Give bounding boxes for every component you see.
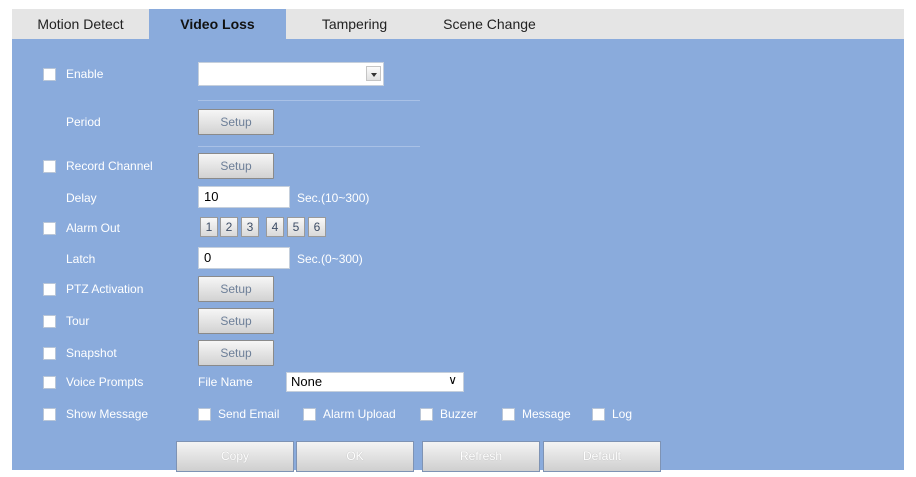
record-channel-row: Record Channel Setup [12,153,904,179]
log-checkbox[interactable] [592,408,605,421]
enable-schedule-dropdown[interactable] [198,62,384,86]
record-channel-setup-button[interactable]: Setup [198,153,274,179]
message-checkbox[interactable] [502,408,515,421]
buzzer-label: Buzzer [440,407,478,421]
delay-input[interactable]: 10 [198,186,290,208]
period-setup-button[interactable]: Setup [198,109,274,135]
snapshot-setup-button[interactable]: Setup [198,340,274,366]
tour-setup-button[interactable]: Setup [198,308,274,334]
show-message-checkbox[interactable] [43,408,56,421]
log-label: Log [612,407,633,421]
dropdown-arrow-icon [366,66,381,81]
alarm-out-label: Alarm Out [66,221,121,235]
alarm-out-channel-2[interactable]: 2 [220,217,238,237]
ptz-activation-label: PTZ Activation [66,282,144,296]
alarm-upload-label: Alarm Upload [323,407,396,421]
period-row: Period Setup [12,109,904,135]
ptz-activation-setup-button[interactable]: Setup [198,276,274,302]
alarm-out-channel-3[interactable]: 3 [241,217,259,237]
settings-panel: Enable Period Setup Record Channel Setup… [12,39,904,472]
voice-file-value: None [291,374,323,389]
tab-scene-change[interactable]: Scene Change [423,9,556,39]
default-button[interactable]: Default [543,441,661,472]
alarm-upload-checkbox[interactable] [303,408,316,421]
message-label: Message [522,407,571,421]
tab-video-loss[interactable]: Video Loss [149,9,286,39]
send-email-checkbox[interactable] [198,408,211,421]
refresh-button[interactable]: Refresh [422,441,540,472]
tour-label: Tour [66,314,90,328]
tour-checkbox[interactable] [43,315,56,328]
latch-label: Latch [66,252,96,266]
enable-row: Enable [12,61,904,87]
tour-row: Tour Setup [12,308,904,334]
latch-row: Latch 0 Sec.(0~300) [12,246,904,272]
video-loss-settings-page: Motion Detect Video Loss Tampering Scene… [0,0,916,477]
period-label: Period [66,115,101,129]
record-channel-label: Record Channel [66,159,153,173]
tab-bar: Motion Detect Video Loss Tampering Scene… [12,9,904,39]
delay-row: Delay 10 Sec.(10~300) [12,185,904,211]
show-message-label: Show Message [66,407,149,421]
delay-label: Delay [66,191,97,205]
send-email-label: Send Email [218,407,280,421]
ptz-activation-checkbox[interactable] [43,283,56,296]
alarm-out-row: Alarm Out 1 2 3 4 5 6 [12,215,904,241]
delay-unit: Sec.(10~300) [297,191,370,205]
latch-input[interactable]: 0 [198,247,290,269]
ptz-activation-row: PTZ Activation Setup [12,276,904,302]
snapshot-label: Snapshot [66,346,117,360]
divider [198,100,420,101]
voice-prompts-checkbox[interactable] [43,376,56,389]
snapshot-row: Snapshot Setup [12,340,904,366]
alarm-out-checkbox[interactable] [43,222,56,235]
alarm-out-channel-6[interactable]: 6 [308,217,326,237]
alarm-out-channel-5[interactable]: 5 [287,217,305,237]
snapshot-checkbox[interactable] [43,347,56,360]
show-message-row: Show Message Send Email Alarm Upload Buz… [12,401,904,427]
divider [198,146,420,147]
enable-label: Enable [66,67,104,81]
record-channel-checkbox[interactable] [43,160,56,173]
voice-file-select[interactable]: None ∨ [286,372,464,392]
tab-tampering[interactable]: Tampering [286,9,423,39]
alarm-out-channel-1[interactable]: 1 [200,217,218,237]
copy-button[interactable]: Copy [176,441,294,472]
file-name-label: File Name [198,375,253,389]
voice-prompts-label: Voice Prompts [66,375,144,389]
ok-button[interactable]: OK [296,441,414,472]
tab-motion-detect[interactable]: Motion Detect [12,9,149,39]
chevron-down-icon: ∨ [448,373,457,387]
latch-unit: Sec.(0~300) [297,252,363,266]
buzzer-checkbox[interactable] [420,408,433,421]
voice-prompts-row: Voice Prompts File Name None ∨ [12,369,904,395]
alarm-out-channel-4[interactable]: 4 [266,217,284,237]
enable-checkbox[interactable] [43,68,56,81]
